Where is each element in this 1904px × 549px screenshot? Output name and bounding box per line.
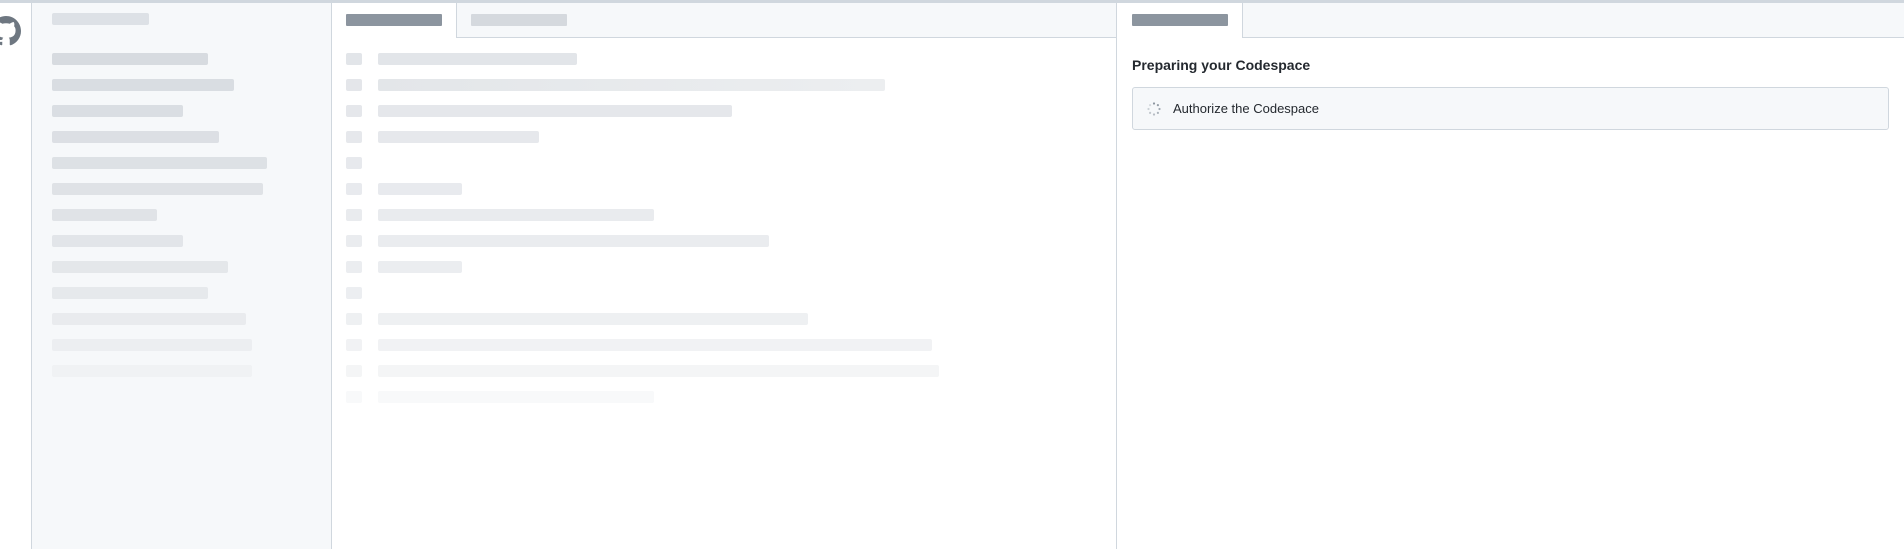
editor-tab-bar (332, 3, 1116, 38)
sidebar-item-placeholder (52, 261, 228, 273)
code-line-placeholder (378, 105, 732, 117)
sidebar-item-placeholder (52, 235, 183, 247)
line-number-placeholder (346, 365, 362, 377)
sidebar-item-placeholder (52, 79, 234, 91)
code-line-placeholder (378, 209, 654, 221)
editor-tab-active (332, 3, 457, 38)
line-number-placeholder (346, 105, 362, 117)
code-line-placeholder (378, 53, 577, 65)
code-line-placeholder (378, 391, 654, 403)
line-number-placeholder (346, 339, 362, 351)
line-number-placeholder (346, 183, 362, 195)
sidebar-item-placeholder (52, 183, 263, 195)
panel-tab-active (1117, 3, 1243, 38)
line-number-placeholder (346, 313, 362, 325)
sidebar-item-placeholder (52, 365, 252, 377)
line-number-placeholder (346, 209, 362, 221)
sidebar-item-placeholder (52, 157, 267, 169)
code-line-placeholder (378, 79, 885, 91)
code-line-placeholder (378, 131, 539, 143)
sidebar-title-placeholder (52, 13, 149, 25)
line-number-placeholder (346, 235, 362, 247)
sidebar-item-placeholder (52, 339, 252, 351)
line-number-placeholder (346, 287, 362, 299)
line-number-placeholder (346, 391, 362, 403)
line-number-placeholder (346, 79, 362, 91)
sidebar-item-placeholder (52, 313, 246, 325)
panel-heading: Preparing your Codespace (1132, 57, 1311, 73)
explorer-sidebar-skeleton (32, 3, 332, 549)
sidebar-item-placeholder (52, 105, 183, 117)
line-number-placeholder (346, 157, 362, 169)
editor-tab-placeholder (471, 14, 567, 26)
setup-step-item: Authorize the Codespace (1132, 87, 1889, 130)
code-line-placeholder (378, 313, 808, 325)
panel-tab-bar (1117, 3, 1904, 38)
code-line-placeholder (378, 235, 769, 247)
tab-label-placeholder (1132, 14, 1228, 26)
line-number-placeholder (346, 261, 362, 273)
github-logo-icon[interactable] (0, 16, 21, 46)
sidebar-item-placeholder (52, 287, 208, 299)
sidebar-item-placeholder (52, 131, 219, 143)
line-number-placeholder (346, 131, 362, 143)
line-number-placeholder (346, 53, 362, 65)
code-line-placeholder (378, 339, 932, 351)
activity-bar (0, 3, 32, 549)
editor-skeleton (332, 3, 1117, 549)
sidebar-item-placeholder (52, 53, 208, 65)
sidebar-item-placeholder (52, 209, 157, 221)
setup-step-label: Authorize the Codespace (1173, 101, 1319, 116)
code-line-placeholder (378, 261, 462, 273)
code-line-placeholder (378, 183, 462, 195)
code-line-placeholder (378, 365, 939, 377)
loading-spinner-icon (1147, 102, 1161, 116)
codespace-setup-panel: Preparing your Codespace Authorize the C… (1117, 3, 1904, 549)
tab-label-placeholder (346, 14, 442, 26)
